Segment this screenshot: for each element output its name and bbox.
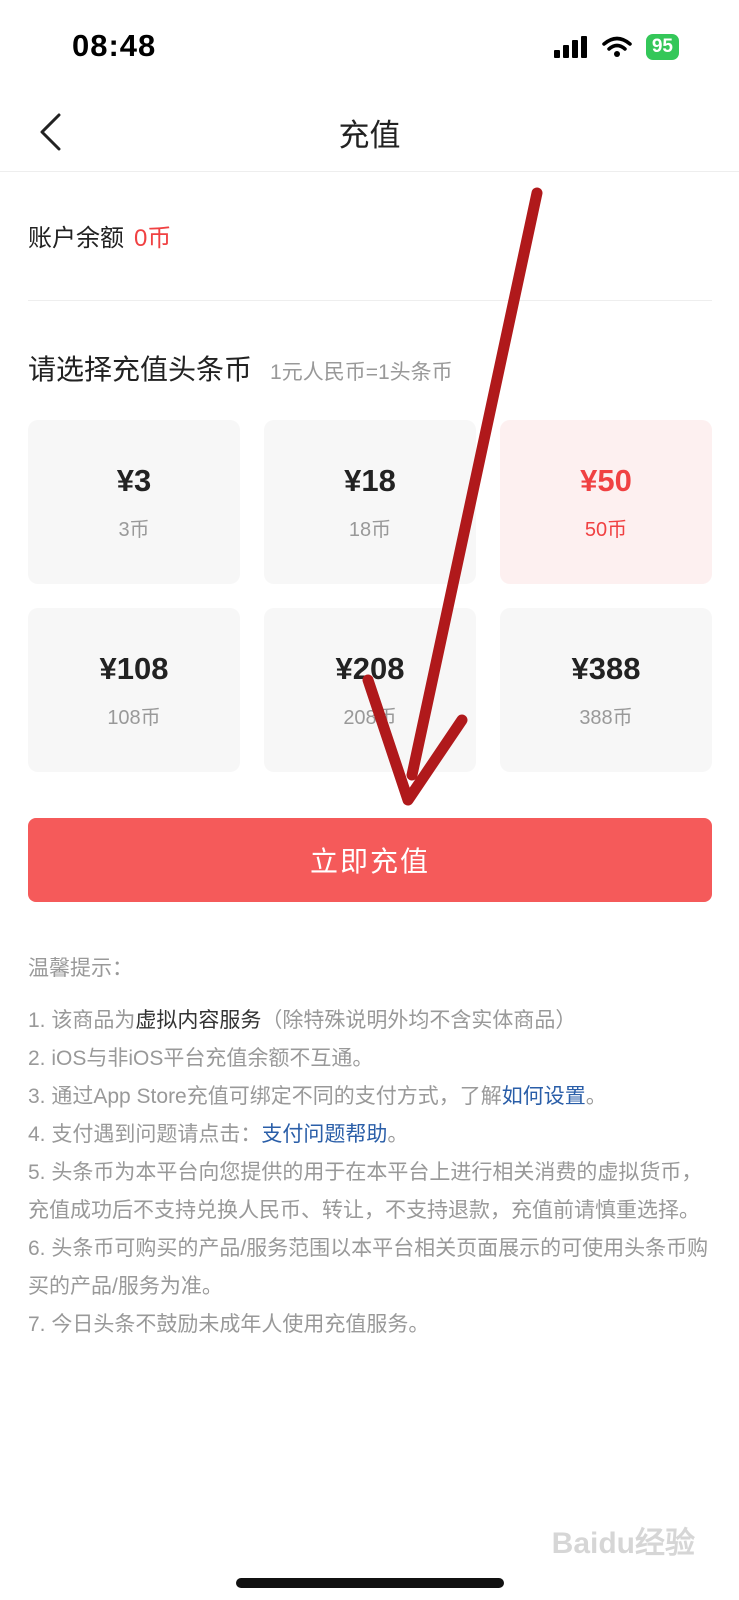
recharge-option[interactable]: ¥388 388币 [500, 608, 712, 772]
tip-emphasis: 虚拟内容服务 [135, 1009, 262, 1032]
tip-text: 4. 支付遇到问题请点击： [28, 1123, 262, 1146]
status-time: 08:48 [72, 28, 157, 63]
balance-label: 账户余额 [28, 225, 124, 252]
option-coins: 388币 [579, 706, 633, 729]
recharge-now-button[interactable]: 立即充值 [28, 818, 712, 902]
option-coins: 50币 [584, 518, 628, 541]
tip-item: 7. 今日头条不鼓励未成年人使用充值服务。 [28, 1313, 430, 1336]
section-header: 请选择充值头条币 1元人民币=1头条币 [28, 348, 453, 388]
option-price: ¥3 [116, 462, 152, 498]
tip-text: 。 [585, 1085, 607, 1108]
option-price: ¥18 [344, 462, 396, 498]
recharge-option[interactable]: ¥3 3币 [28, 420, 240, 584]
balance-value: 0币 [134, 225, 172, 252]
status-bar: 08:48 95 [0, 0, 739, 90]
tips-section: 温馨提示： 1. 该商品为虚拟内容服务（除特殊说明外均不含实体商品） 2. iO… [28, 950, 718, 1344]
option-coins: 3币 [118, 518, 150, 541]
recharge-option[interactable]: ¥50 50币 [500, 420, 712, 584]
nav-bar: 充值 [0, 92, 739, 172]
wifi-icon [602, 36, 632, 57]
option-coins: 108币 [107, 706, 161, 729]
option-coins: 18币 [348, 518, 392, 541]
baidu-watermark: Baidu经验 [551, 1527, 695, 1560]
recharge-options: ¥3 3币 ¥18 18币 ¥50 50币 ¥108 108币 ¥208 208… [28, 420, 712, 772]
tips-title: 温馨提示： [28, 957, 133, 980]
exchange-rate-note: 1元人民币=1头条币 [270, 361, 453, 384]
status-icons: 95 [553, 34, 679, 60]
tip-text: 1. 该商品为 [28, 1009, 136, 1032]
option-coins: 208币 [343, 706, 397, 729]
tip-item: 5. 头条币为本平台向您提供的用于在本平台上进行相关消费的虚拟货币，充值成功后不… [28, 1161, 703, 1222]
recharge-option[interactable]: ¥18 18币 [264, 420, 476, 584]
balance-row: 账户余额 0币 [28, 218, 171, 253]
signal-icon [553, 36, 587, 58]
option-price: ¥108 [99, 650, 169, 686]
battery-icon: 95 [645, 34, 679, 60]
divider [28, 300, 712, 301]
option-price: ¥50 [580, 462, 632, 498]
recharge-option[interactable]: ¥208 208币 [264, 608, 476, 772]
page-title: 充值 [338, 118, 401, 153]
section-title: 请选择充值头条币 [28, 354, 253, 385]
option-price: ¥388 [571, 650, 641, 686]
tip-item: 3. 通过App Store充值可绑定不同的支付方式，了解如何设置。 [28, 1078, 718, 1116]
how-to-setup-link[interactable]: 如何设置 [502, 1085, 586, 1108]
tip-item: 4. 支付遇到问题请点击：支付问题帮助。 [28, 1116, 718, 1154]
tip-item: 2. iOS与非iOS平台充值余额不互通。 [28, 1047, 374, 1070]
home-indicator[interactable] [236, 1578, 504, 1588]
tip-text: （除特殊说明外均不含实体商品） [261, 1009, 577, 1032]
tip-item: 6. 头条币可购买的产品/服务范围以本平台相关页面展示的可使用头条币购买的产品/… [28, 1237, 709, 1298]
recharge-option[interactable]: ¥108 108币 [28, 608, 240, 772]
payment-help-link[interactable]: 支付问题帮助 [261, 1123, 387, 1146]
tip-text: 3. 通过App Store充值可绑定不同的支付方式，了解 [28, 1085, 502, 1108]
option-price: ¥208 [335, 650, 405, 686]
tip-text: 。 [387, 1123, 409, 1146]
tip-item: 1. 该商品为虚拟内容服务（除特殊说明外均不含实体商品） [28, 1002, 718, 1040]
